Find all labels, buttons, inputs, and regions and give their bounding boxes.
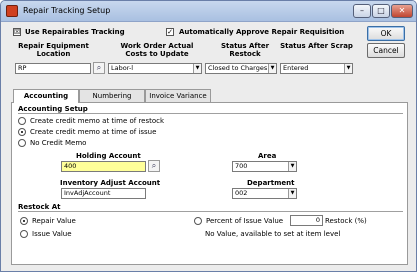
status-after-scrap-value: Entered [283,64,309,72]
title-bar: Repair Tracking Setup – □ ✕ [1,1,416,22]
area-select[interactable]: 700 ▼ [232,161,297,172]
auto-approve-checkbox[interactable]: ✓ [166,28,174,36]
credit-issue-label: Create credit memo at time of issue [30,128,157,136]
restock-at-label: Restock At [18,203,61,211]
area-label: Area [258,152,277,160]
repair-location-value: RP [18,64,27,72]
divider [18,211,403,212]
use-repairables-checkbox[interactable]: ☒ [13,28,21,36]
restock-note: No Value, available to set at item level [205,230,341,238]
holding-account-label: Holding Account [76,152,141,160]
status-after-scrap-select[interactable]: Entered ▼ [280,63,353,74]
holding-account-lookup-icon[interactable]: ⌕ [148,160,160,172]
restock-percent-input[interactable]: 0 [290,215,323,226]
repair-tracking-setup-window: Repair Tracking Setup – □ ✕ ☒ Use Repair… [0,0,417,272]
chevron-down-icon: ▼ [193,64,201,73]
issue-value-label: Issue Value [32,230,72,238]
status-after-restock-header: Status After Restock [220,42,270,58]
no-credit-radio[interactable] [18,139,26,147]
status-after-restock-select[interactable]: Closed to Charges ▼ [205,63,277,74]
work-order-costs-value: Labor-l [111,64,134,72]
restock-percent-value: 0 [315,216,320,224]
repair-value-radio[interactable] [20,217,28,225]
department-value: 002 [235,189,248,197]
use-repairables-label: Use Repairables Tracking [25,28,125,36]
repair-value-label: Repair Value [32,217,76,225]
chevron-down-icon: ▼ [268,64,276,73]
maximize-icon[interactable]: □ [372,4,390,18]
holding-account-input[interactable]: 400 [61,161,146,172]
chevron-down-icon: ▼ [344,64,352,73]
percent-issue-value-label: Percent of Issue Value [206,217,284,225]
inventory-adjust-account-label: Inventory Adjust Account [60,179,161,187]
credit-restock-label: Create credit memo at time of restock [30,117,165,125]
chevron-down-icon: ▼ [288,189,296,198]
status-after-scrap-header: Status After Scrap [280,42,353,50]
inventory-adjust-account-input[interactable]: InvAdjAccount [61,188,146,199]
ok-button[interactable]: OK [367,26,405,41]
work-order-costs-select[interactable]: Labor-l ▼ [108,63,202,74]
restock-percent-label: Restock (%) [325,217,367,225]
work-order-costs-header: Work Order Actual Costs to Update [120,42,194,58]
divider [18,113,403,114]
credit-restock-radio[interactable] [18,117,26,125]
repair-location-input[interactable]: RP [15,63,91,74]
department-select[interactable]: 002 ▼ [232,188,297,199]
issue-value-radio[interactable] [20,230,28,238]
inventory-adjust-account-value: InvAdjAccount [64,189,111,197]
tab-numbering[interactable]: Numbering [79,89,145,102]
accounting-setup-label: Accounting Setup [18,105,88,113]
credit-issue-radio[interactable] [18,128,26,136]
no-credit-label: No Credit Memo [30,139,87,147]
percent-issue-value-radio[interactable] [194,217,202,225]
minimize-icon[interactable]: – [353,4,371,18]
window-title: Repair Tracking Setup [23,6,111,15]
area-value: 700 [235,162,248,170]
auto-approve-label: Automatically Approve Repair Requisition [179,28,345,36]
tab-invoice-variance[interactable]: Invoice Variance [145,89,211,102]
department-label: Department [247,179,295,187]
tab-accounting[interactable]: Accounting [13,89,79,103]
chevron-down-icon: ▼ [288,162,296,171]
repair-location-header: Repair Equipment Location [18,42,89,58]
holding-account-value: 400 [64,162,77,170]
close-icon[interactable]: ✕ [391,4,413,18]
repair-location-lookup-icon[interactable]: ⌕ [93,62,105,74]
cancel-button[interactable]: Cancel [367,43,405,58]
app-icon [6,5,18,17]
status-after-restock-value: Closed to Charges [208,64,268,72]
accounting-tab-panel: Accounting Setup Create credit memo at t… [11,102,408,265]
